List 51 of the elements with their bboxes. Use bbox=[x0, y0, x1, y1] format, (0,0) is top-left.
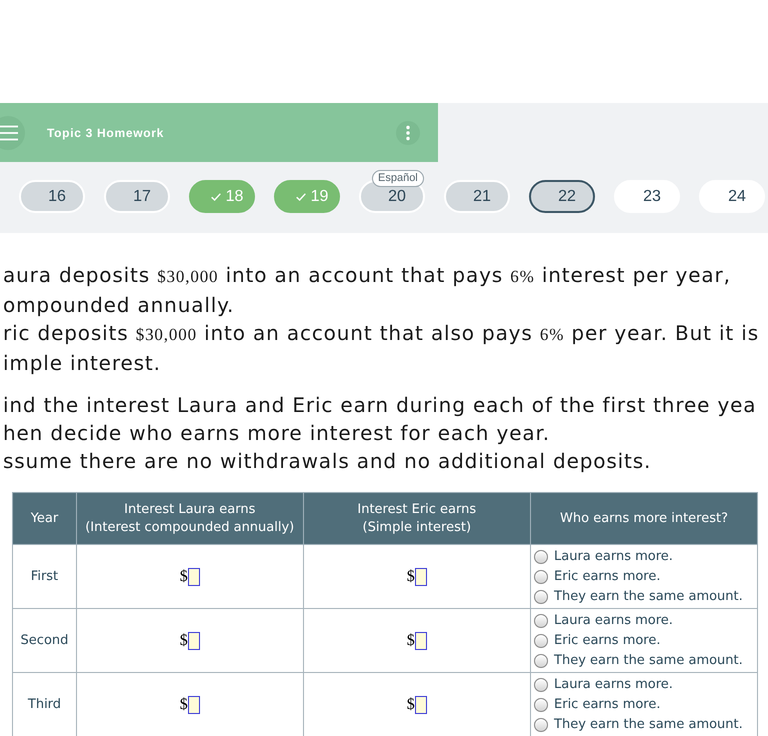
check-icon bbox=[296, 192, 306, 200]
answer-box[interactable] bbox=[414, 568, 427, 586]
year-cell: Second bbox=[12, 608, 76, 672]
option-label[interactable]: Laura earns more. bbox=[554, 546, 673, 566]
radio-button[interactable] bbox=[534, 590, 548, 604]
currency-symbol: $ bbox=[406, 568, 415, 586]
question-button[interactable]: 23 bbox=[614, 180, 680, 213]
question-button[interactable]: 16 bbox=[19, 180, 85, 213]
column-header: Interest Laura earns (Interest compounded annually) bbox=[76, 492, 304, 544]
column-header: Interest Eric earns (Simple interest) bbox=[303, 492, 531, 544]
option-label[interactable]: Eric earns more. bbox=[554, 566, 660, 586]
currency-symbol: $ bbox=[406, 632, 415, 650]
column-header: Who earns more interest? bbox=[530, 492, 758, 544]
option-label[interactable]: Eric earns more. bbox=[554, 630, 660, 650]
option-label[interactable]: They earn the same amount. bbox=[554, 586, 743, 606]
radio-button[interactable] bbox=[534, 550, 548, 564]
column-header: Year bbox=[12, 492, 76, 544]
option-label[interactable]: They earn the same amount. bbox=[554, 714, 743, 734]
radio-button[interactable] bbox=[534, 570, 548, 584]
problem-text: aura deposits $30,000 into an account that pays 6% interest per year, ompounded annually. ric deposits $30,000 into an account that also pays 6% per year. But it is imple interest. bbox=[3, 262, 759, 377]
currency-symbol: $ bbox=[180, 696, 188, 714]
year-cell: First bbox=[12, 544, 76, 608]
option-label[interactable]: They earn the same amount. bbox=[554, 650, 743, 670]
language-badge[interactable]: Español bbox=[372, 170, 424, 187]
answer-box[interactable] bbox=[414, 696, 427, 714]
radio-button[interactable] bbox=[534, 718, 548, 732]
radio-button[interactable] bbox=[534, 654, 548, 668]
question-button[interactable]: 22 bbox=[529, 180, 595, 213]
question-button[interactable]: 17 bbox=[104, 180, 170, 213]
more-options-icon[interactable] bbox=[396, 120, 420, 144]
radio-button[interactable] bbox=[534, 614, 548, 628]
answer-box[interactable] bbox=[188, 632, 200, 650]
option-label[interactable]: Laura earns more. bbox=[554, 674, 673, 694]
radio-button[interactable] bbox=[534, 634, 548, 648]
radio-button[interactable] bbox=[534, 678, 548, 692]
check-icon bbox=[210, 192, 221, 200]
year-cell: Third bbox=[12, 672, 76, 736]
assignment-title: Topic 3 Homework bbox=[47, 124, 164, 142]
currency-symbol: $ bbox=[406, 696, 415, 714]
question-button[interactable]: 24 bbox=[699, 180, 765, 213]
answer-box[interactable] bbox=[414, 632, 427, 650]
problem-text: ind the interest Laura and Eric earn during each of the first three yea hen decide who earns more interest for each year. ssume there are no withdrawals and no additional deposits. bbox=[3, 392, 756, 475]
currency-symbol: $ bbox=[180, 568, 188, 586]
menu-icon[interactable] bbox=[0, 116, 26, 150]
question-button[interactable]: 21 bbox=[444, 180, 510, 213]
answer-box[interactable] bbox=[188, 696, 200, 714]
radio-button[interactable] bbox=[534, 698, 548, 712]
option-label[interactable]: Laura earns more. bbox=[554, 610, 673, 630]
answer-box[interactable] bbox=[188, 568, 200, 586]
currency-symbol: $ bbox=[180, 632, 188, 650]
option-label[interactable]: Eric earns more. bbox=[554, 694, 660, 714]
